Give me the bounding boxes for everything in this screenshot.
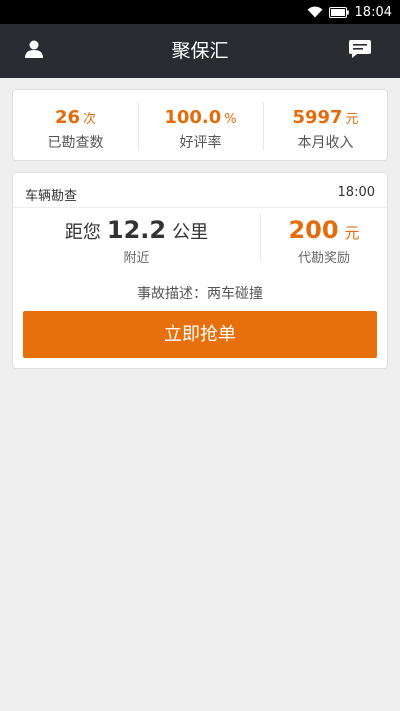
stat-value: 100.0 [164, 107, 222, 128]
wifi-icon [307, 6, 323, 18]
distance-prefix: 距您 [64, 222, 101, 243]
stat-rating: 100.0% 好评率 [138, 90, 263, 162]
accident-description: 事故描述：两车碰撞 [137, 286, 263, 302]
distance-block: 距您 12.2 公里 附近 [13, 213, 260, 266]
clock: 18:04 [354, 4, 392, 20]
stat-label: 好评率 [179, 135, 222, 151]
stats-card: 26 次 已勘查数 100.0% 好评率 5997 元 本月收入 [12, 89, 388, 161]
nav-bar: 聚保汇 [0, 24, 400, 78]
distance-value: 12.2 [106, 216, 167, 244]
stat-unit: % [224, 112, 237, 127]
distance-unit: 公里 [172, 222, 209, 243]
stat-label: 已勘查数 [47, 135, 104, 151]
status-bar: 18:04 [0, 0, 400, 24]
messages-button[interactable] [333, 24, 387, 78]
stat-value: 26 [54, 107, 81, 128]
reward-unit: 元 [344, 224, 360, 242]
status-icons: 18:04 [307, 0, 392, 24]
reward-label: 代勘奖励 [297, 251, 350, 266]
order-card[interactable]: 车辆勘查 18:00 距您 12.2 公里 附近 200 元 代勘奖励 事故描述：两车… [12, 172, 388, 369]
divider [13, 207, 387, 208]
order-time: 18:00 [337, 185, 375, 200]
distance-label: 附近 [123, 251, 150, 266]
grab-order-button[interactable]: 立即抢单 [23, 311, 377, 358]
stat-income: 5997 元 本月收入 [263, 90, 388, 162]
reward-block: 200 元 代勘奖励 [261, 213, 387, 266]
battery-icon [328, 6, 349, 18]
stat-unit: 元 [345, 112, 359, 127]
stat-label: 本月收入 [297, 135, 354, 151]
stat-surveys: 26 次 已勘查数 [13, 90, 138, 162]
stat-value: 5997 [292, 107, 343, 128]
stat-unit: 次 [83, 112, 97, 127]
reward-value: 200 [288, 216, 339, 244]
order-type: 车辆勘查 [25, 189, 78, 204]
message-icon [349, 40, 371, 62]
